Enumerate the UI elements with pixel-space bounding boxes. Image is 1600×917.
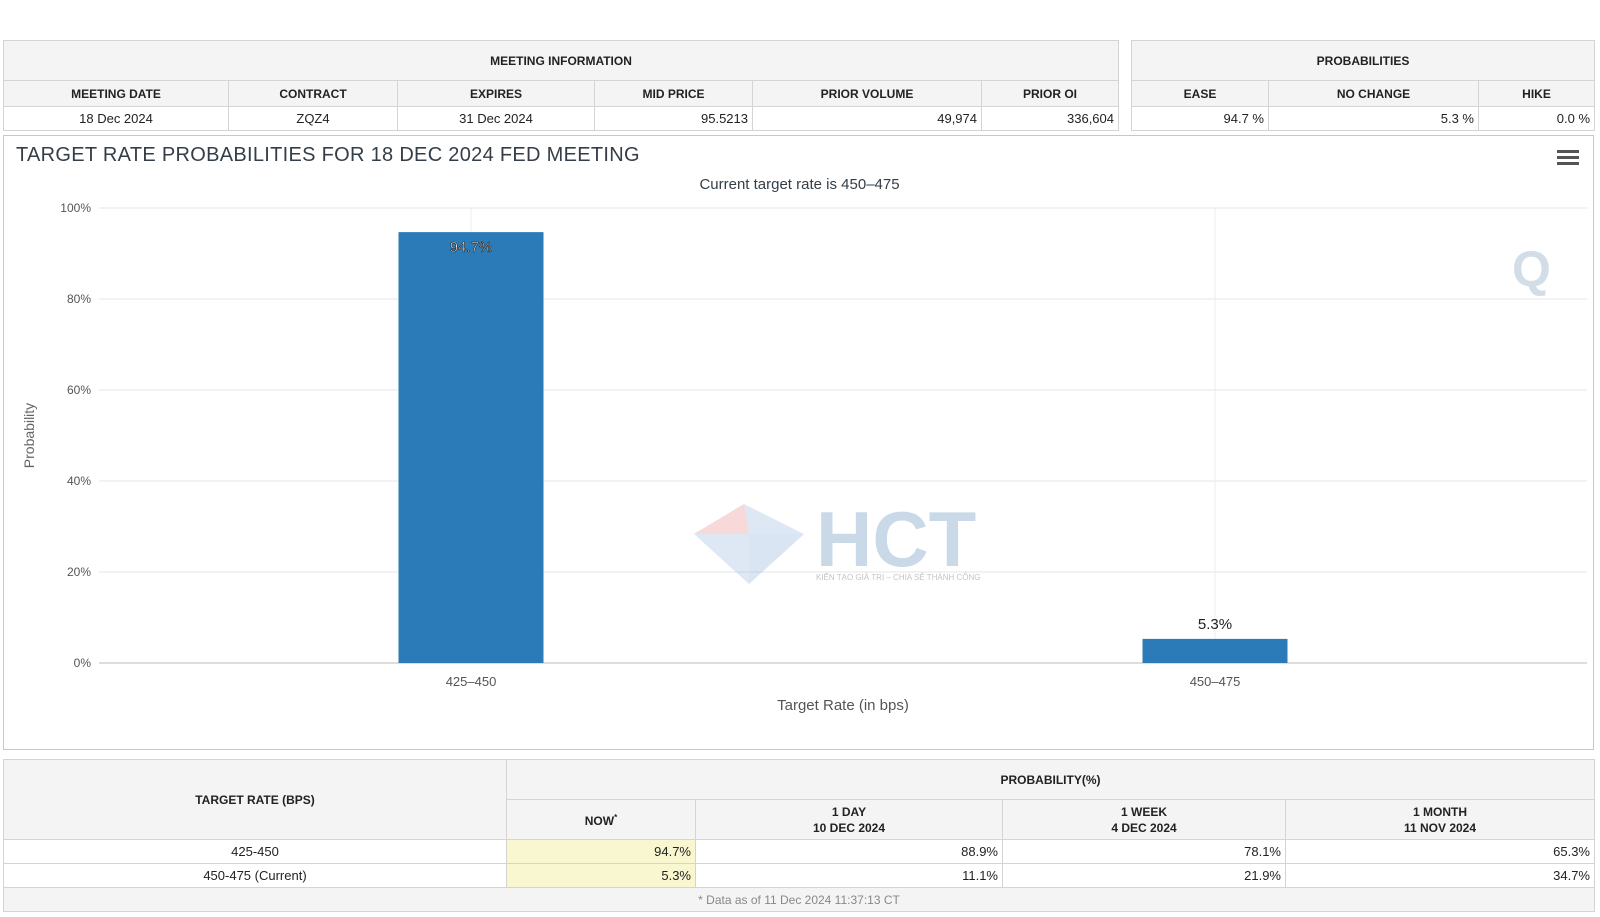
y-tick-label: 0% <box>74 656 92 670</box>
bar-450–475 <box>1142 638 1288 663</box>
now-header: NOW* <box>506 799 696 840</box>
meeting-date-value: 18 Dec 2024 <box>3 106 229 131</box>
hike-header: HIKE <box>1477 80 1596 107</box>
one-month-cell: 65.3% <box>1285 839 1595 864</box>
hct-watermark-text: HCT <box>816 495 976 583</box>
probability-history-table: TARGET RATE (BPS) PROBABILITY(%) NOW* 1 … <box>3 759 1595 912</box>
expires-value: 31 Dec 2024 <box>397 106 595 131</box>
meeting-information-table: MEETING INFORMATION MEETING DATE CONTRAC… <box>3 40 1119 131</box>
prior-volume-header: PRIOR VOLUME <box>752 80 982 107</box>
now-cell: 94.7% <box>506 839 696 864</box>
one-week-cell: 21.9% <box>1002 863 1286 888</box>
hct-watermark-tagline: KIẾN TẠO GIÁ TRỊ – CHIA SẺ THÀNH CÔNG <box>816 572 980 582</box>
hike-value: 0.0 % <box>1477 106 1596 131</box>
ease-value: 94.7 % <box>1131 106 1269 131</box>
y-axis-title: Probability <box>21 403 37 468</box>
meeting-date-header: MEETING DATE <box>3 80 229 107</box>
bar-425–450 <box>398 232 544 663</box>
probabilities-table: PROBABILITIES EASE NO CHANGE HIKE 94.7 %… <box>1130 40 1596 131</box>
meeting-information-header: MEETING INFORMATION <box>3 40 1119 81</box>
x-tick-label: 425–450 <box>446 674 497 689</box>
y-tick-label: 40% <box>67 474 91 488</box>
y-tick-label: 60% <box>67 383 91 397</box>
y-tick-label: 100% <box>60 201 91 215</box>
table-row: 450-475 (Current) 5.3% 11.1% 21.9% 34.7% <box>3 863 1595 888</box>
prior-oi-value: 336,604 <box>981 106 1119 131</box>
prior-oi-header: PRIOR OI <box>981 80 1119 107</box>
target-rate-header: TARGET RATE (BPS) <box>3 759 507 840</box>
data-timestamp-footnote: * Data as of 11 Dec 2024 11:37:13 CT <box>3 887 1595 912</box>
expires-header: EXPIRES <box>397 80 595 107</box>
one-day-header: 1 DAY 10 DEC 2024 <box>695 799 1003 840</box>
one-day-cell: 11.1% <box>695 863 1003 888</box>
one-week-header: 1 WEEK 4 DEC 2024 <box>1002 799 1286 840</box>
probabilities-header: PROBABILITIES <box>1130 40 1596 81</box>
probability-header: PROBABILITY(%) <box>506 759 1595 800</box>
y-tick-label: 80% <box>67 292 91 306</box>
no-change-value: 5.3 % <box>1268 106 1479 131</box>
chart-title: TARGET RATE PROBABILITIES FOR 18 DEC 202… <box>16 144 640 166</box>
x-tick-label: 450–475 <box>1190 674 1241 689</box>
bar-data-label: 94.7% <box>450 239 493 256</box>
target-rate-chart: 0% 20% 40% 60% 80% 100% HCT KIẾN TẠO GIÁ TRỊ – … <box>3 135 1594 750</box>
one-day-cell: 88.9% <box>695 839 1003 864</box>
no-change-header: NO CHANGE <box>1268 80 1479 107</box>
y-tick-label: 20% <box>67 565 91 579</box>
contract-value: ZQZ4 <box>228 106 398 131</box>
bar-data-label: 5.3% <box>1198 616 1232 633</box>
contract-header: CONTRACT <box>228 80 398 107</box>
rate-cell: 425-450 <box>3 839 507 864</box>
one-week-cell: 78.1% <box>1002 839 1286 864</box>
one-month-cell: 34.7% <box>1285 863 1595 888</box>
table-row: 425-450 94.7% 88.9% 78.1% 65.3% <box>3 839 1595 864</box>
corner-watermark-mark: Q <box>1512 241 1551 297</box>
x-axis-title: Target Rate (in bps) <box>777 697 909 714</box>
ease-header: EASE <box>1131 80 1269 107</box>
chart-menu-icon[interactable] <box>1557 150 1579 166</box>
chart-plot: 0% 20% 40% 60% 80% 100% HCTKIẾN TẠO GIÁ TRỊ – … <box>21 201 1587 714</box>
chart-subtitle: Current target rate is 450–475 <box>699 176 900 193</box>
mid-price-value: 95.5213 <box>594 106 753 131</box>
one-month-header: 1 MONTH 11 NOV 2024 <box>1285 799 1595 840</box>
mid-price-header: MID PRICE <box>594 80 753 107</box>
rate-cell: 450-475 (Current) <box>3 863 507 888</box>
now-cell: 5.3% <box>506 863 696 888</box>
prior-volume-value: 49,974 <box>752 106 982 131</box>
